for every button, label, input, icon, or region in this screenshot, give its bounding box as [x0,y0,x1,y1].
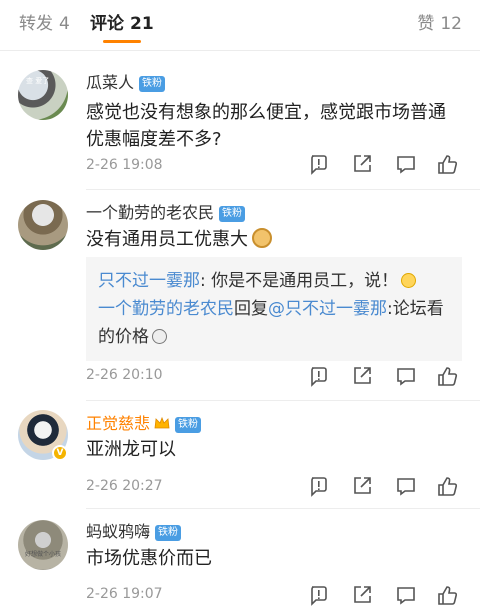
tab-comments-count: 21 [130,14,154,34]
like-icon[interactable] [436,365,458,387]
share-icon[interactable] [351,584,373,606]
username[interactable]: 正觉慈悲 铁粉 [86,410,202,434]
username-text: 瓜菜人 [86,73,135,92]
avatar[interactable] [18,200,68,250]
comment-text-content: 没有通用员工优惠大 [86,229,248,250]
comment-text: 感觉也没有想象的那么便宜，感觉跟市场普通优惠幅度差不多? [86,102,446,150]
crown-icon [154,416,170,429]
comment-icon[interactable] [395,475,417,497]
blush-emoji-icon [401,273,417,288]
warning-icon[interactable] [308,584,330,606]
comment-actions [308,365,458,387]
comment-divider [86,189,480,190]
tab-reposts-count: 4 [59,14,70,34]
warning-icon[interactable] [308,475,330,497]
username-text: 蚂蚁鸦嗨 [86,522,151,541]
shocked-emoji-icon [152,329,167,344]
warning-icon[interactable] [308,365,330,387]
tab-reposts[interactable]: 转发 4 [19,9,70,34]
comment-actions [308,584,458,606]
comment-time: 2-26 20:27 [86,478,163,494]
tab-reposts-label: 转发 [19,14,53,34]
like-icon[interactable] [436,475,458,497]
comment-divider [86,400,480,401]
tab-likes-label: 赞 [417,14,435,34]
comment-icon[interactable] [395,153,417,175]
comment-icon[interactable] [395,365,417,387]
comment-actions [308,475,458,497]
comment-icon[interactable] [395,584,417,606]
comment-divider [86,508,480,509]
reply-text: : 你是不是通用员工，说！ [200,271,399,291]
comment-time: 2-26 19:08 [86,157,163,173]
share-icon[interactable] [351,365,373,387]
avatar[interactable]: 查 爱了 [18,70,68,120]
verified-badge: V [52,445,68,461]
comment-tabs: 转发 4 评论 21 赞 12 [0,0,480,52]
username-text: 正觉慈悲 [86,414,151,433]
active-tab-indicator [103,40,141,43]
like-icon[interactable] [436,153,458,175]
fan-badge: 铁粉 [139,76,166,92]
doge-emoji-icon [252,228,272,248]
share-icon[interactable] [351,475,373,497]
reply-item: 只不过一霎那: 你是不是通用员工，说！ [98,267,452,295]
username-text: 一个勤劳的老农民 [86,203,215,222]
username[interactable]: 蚂蚁鸦嗨 铁粉 [86,518,182,542]
fan-badge: 铁粉 [219,206,246,222]
tab-comments[interactable]: 评论 21 [90,9,154,34]
comment-text: 亚洲龙可以 [86,439,176,460]
fan-badge: 铁粉 [175,417,202,433]
comment-text: 市场优惠价而已 [86,548,212,569]
reply-item: 一个勤劳的老农民回复@只不过一霎那:论坛看的价格 [98,295,452,351]
warning-icon[interactable] [308,153,330,175]
like-icon[interactable] [436,584,458,606]
tab-comments-label: 评论 [90,14,124,34]
comment-actions [308,153,458,175]
fan-badge: 铁粉 [155,525,182,541]
tab-likes-count: 12 [440,14,462,34]
tabs-divider [0,50,480,51]
username[interactable]: 瓜菜人 铁粉 [86,69,166,93]
reply-username[interactable]: 一个勤劳的老农民 [98,299,234,319]
tab-likes[interactable]: 赞 12 [417,9,462,34]
replies-box[interactable]: 只不过一霎那: 你是不是通用员工，说！ 一个勤劳的老农民回复@只不过一霎那:论坛… [86,257,462,361]
reply-mention[interactable]: @只不过一霎那 [268,299,387,319]
comment-time: 2-26 20:10 [86,367,163,383]
comment-text: 没有通用员工优惠大 [86,226,461,253]
username[interactable]: 一个勤劳的老农民 铁粉 [86,199,246,223]
reply-verb: 回复 [234,299,268,319]
avatar[interactable]: 好想做个小孩 [18,520,68,570]
comment-time: 2-26 19:07 [86,586,163,602]
avatar-caption: 好想做个小孩 [25,551,62,558]
avatar-caption: 查 爱了 [26,77,50,85]
share-icon[interactable] [351,153,373,175]
reply-username[interactable]: 只不过一霎那 [98,271,200,291]
